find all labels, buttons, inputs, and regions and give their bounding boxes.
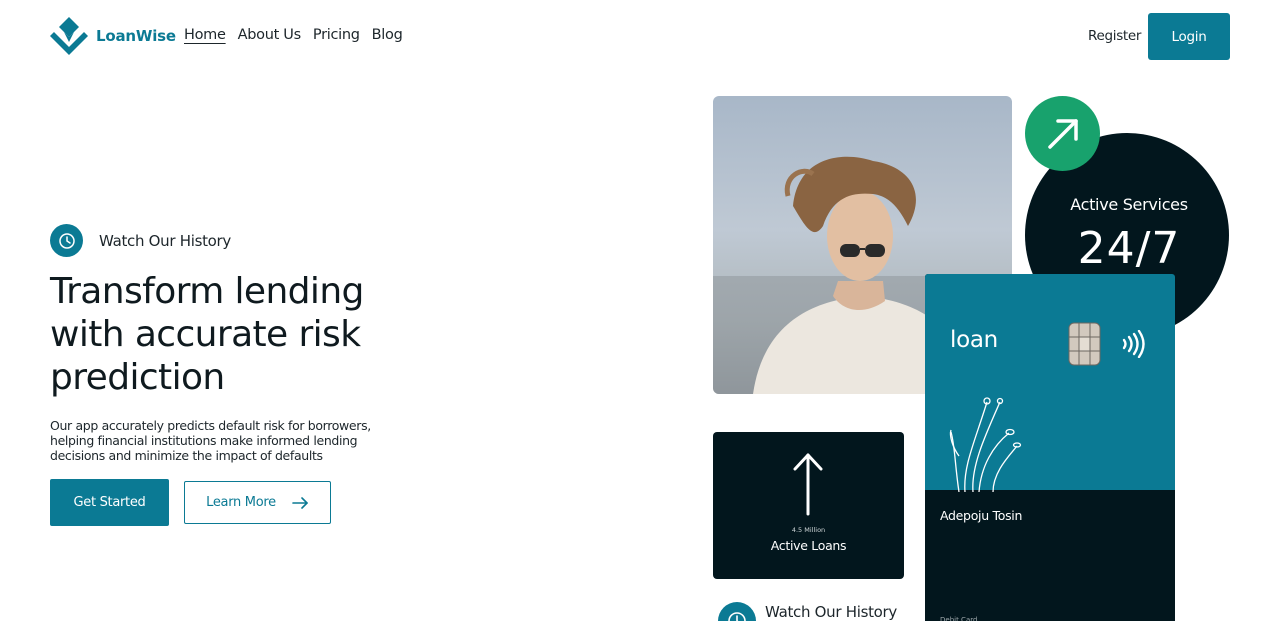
register-link[interactable]: Register xyxy=(1088,28,1141,44)
card-type-label: Debit Card xyxy=(940,616,978,621)
active-loans-label: Active Loans xyxy=(770,538,847,553)
growth-badge xyxy=(1025,96,1100,171)
clock-icon xyxy=(728,612,746,621)
watch-history-link[interactable]: Watch Our History xyxy=(50,224,231,257)
clock-badge-secondary xyxy=(718,602,756,621)
clock-badge xyxy=(50,224,83,257)
watch-history-label: Watch Our History xyxy=(99,231,231,250)
nav-blog[interactable]: Blog xyxy=(372,27,403,43)
watch-history-label-secondary: Watch Our History xyxy=(765,603,897,621)
active-services-value: 24/7 xyxy=(1077,223,1181,274)
card-chip-icon xyxy=(1068,322,1101,366)
hero-title: Transform lending with accurate risk pre… xyxy=(50,271,364,398)
active-services-label: Active Services xyxy=(1070,195,1188,214)
nav-about-us[interactable]: About Us xyxy=(238,27,302,43)
loan-card-title: loan xyxy=(950,327,998,353)
arrow-up-icon xyxy=(793,453,823,516)
main-nav: Home About Us Pricing Blog xyxy=(184,27,403,43)
brand-logo[interactable]: LoanWise xyxy=(50,17,176,55)
learn-more-button[interactable]: Learn More xyxy=(184,481,331,524)
watch-history-link-secondary[interactable]: Watch Our History xyxy=(718,602,897,621)
contactless-icon xyxy=(1122,330,1145,358)
hero-description: Our app accurately predicts default risk… xyxy=(50,418,371,463)
nav-pricing[interactable]: Pricing xyxy=(313,27,360,43)
get-started-button[interactable]: Get Started xyxy=(50,479,169,526)
card-holder-name: Adepoju Tosin xyxy=(940,508,1023,523)
login-button[interactable]: Login xyxy=(1148,13,1230,60)
diamond-logo-icon xyxy=(50,17,88,55)
active-loans-count: 4.5 Million xyxy=(791,526,826,534)
arrow-up-right-icon xyxy=(1047,118,1078,149)
active-loans-box: 4.5 Million Active Loans xyxy=(713,432,904,579)
arrow-right-icon xyxy=(292,496,308,509)
loan-card: loan Adepoju Tosin Debit Card xyxy=(925,274,1175,621)
brand-name: LoanWise xyxy=(96,27,176,45)
clock-icon xyxy=(58,232,75,249)
learn-more-label: Learn More xyxy=(206,495,276,510)
plant-icon xyxy=(949,397,1022,492)
nav-home[interactable]: Home xyxy=(184,27,226,43)
